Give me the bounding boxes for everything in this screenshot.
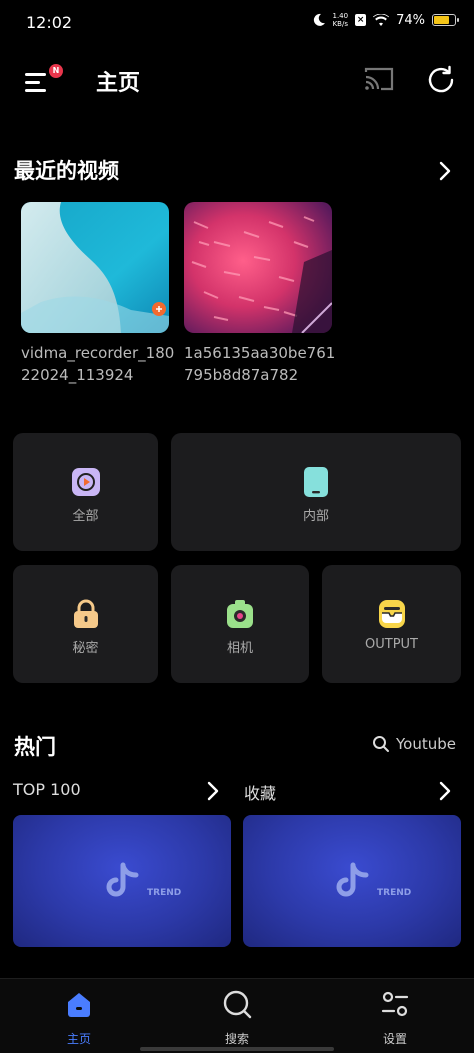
search-icon: [373, 736, 389, 752]
nav-search[interactable]: 搜索: [197, 989, 277, 1049]
nav-search-label: 搜索: [224, 1032, 249, 1046]
folder-tile-all[interactable]: 全部: [13, 433, 158, 551]
recent-videos-title: 最近的视频: [14, 159, 119, 183]
youtube-search-label: Youtube: [396, 735, 456, 753]
battery-fill: [434, 16, 449, 24]
favorites-chevron-icon[interactable]: [436, 780, 454, 802]
menu-button[interactable]: N: [22, 64, 63, 96]
phone-icon: [304, 467, 328, 497]
battery-percent: 74%: [396, 12, 425, 28]
status-bar: 12:02 1.40 KB/s × 74%: [0, 0, 474, 48]
folder-label: 全部: [72, 509, 99, 524]
status-time: 12:02: [26, 13, 73, 32]
moon-icon: [313, 13, 325, 26]
home-indicator: [140, 1047, 334, 1051]
play-icon: [71, 468, 100, 496]
video-thumbnail[interactable]: [21, 202, 169, 333]
video-thumbnail[interactable]: [184, 202, 332, 333]
lock-icon: [73, 599, 98, 628]
music-note-logo-icon: [106, 862, 139, 897]
camera-icon: [227, 600, 253, 628]
app-bar: N 主页: [0, 52, 474, 108]
cast-button[interactable]: [362, 64, 396, 94]
video-name: vidma_recorder_18022024_113924: [21, 344, 175, 384]
favorites-label: 收藏: [244, 784, 277, 803]
page-title: 主页: [96, 71, 141, 96]
notification-badge: N: [49, 64, 63, 78]
net-speed: 1.40 KB/s: [333, 12, 349, 28]
nav-settings-label: 设置: [382, 1032, 407, 1046]
no-sim-icon: ×: [355, 14, 367, 26]
folder-label: 相机: [226, 641, 253, 656]
music-note-logo-icon: [336, 862, 369, 897]
bottom-nav: 主页 搜索 设置: [0, 978, 474, 1053]
favorites-trend-card[interactable]: TREND: [243, 815, 461, 947]
folder-label: 内部: [302, 509, 329, 524]
search-icon: [223, 990, 252, 1019]
folder-tile-secret[interactable]: 秘密: [13, 565, 158, 683]
battery-icon: [432, 14, 459, 26]
refresh-icon: [428, 65, 454, 93]
folder-tile-internal[interactable]: 内部: [171, 433, 461, 551]
top100-chevron-icon[interactable]: [204, 780, 222, 802]
net-speed-unit: KB/s: [332, 20, 348, 28]
folder-label: 秘密: [72, 641, 99, 656]
youtube-search-link[interactable]: Youtube: [372, 735, 456, 753]
top100-trend-card[interactable]: TREND: [13, 815, 231, 947]
video-thumbnail-image: [21, 202, 169, 333]
trend-label: TREND: [147, 888, 182, 898]
trend-label: TREND: [377, 888, 412, 898]
home-icon: [68, 993, 90, 1017]
refresh-button[interactable]: [425, 64, 459, 96]
nav-home[interactable]: 主页: [39, 989, 119, 1049]
cast-icon: [364, 67, 394, 91]
status-icons: 1.40 KB/s × 74%: [312, 12, 459, 28]
folder-tile-output[interactable]: OUTPUT: [322, 565, 461, 683]
hot-title: 热门: [14, 735, 56, 759]
menu-icon-line: [25, 81, 40, 84]
recent-videos-more-chevron-icon[interactable]: [436, 160, 454, 182]
folder-label: OUTPUT: [365, 637, 418, 652]
wifi-icon: [373, 13, 390, 26]
video-thumbnail-image: [184, 202, 332, 333]
menu-icon-line: [25, 73, 46, 76]
video-name: 1a56135aa30be761795b8d87a782: [184, 344, 336, 384]
folder-tile-camera[interactable]: 相机: [171, 565, 309, 683]
settings-icon: [381, 991, 409, 1017]
inbox-icon: [378, 600, 405, 628]
nav-settings[interactable]: 设置: [355, 989, 435, 1049]
top100-label: TOP 100: [13, 780, 81, 799]
menu-icon-line: [25, 89, 46, 92]
net-speed-value: 1.40: [332, 12, 349, 20]
nav-home-label: 主页: [66, 1032, 91, 1046]
